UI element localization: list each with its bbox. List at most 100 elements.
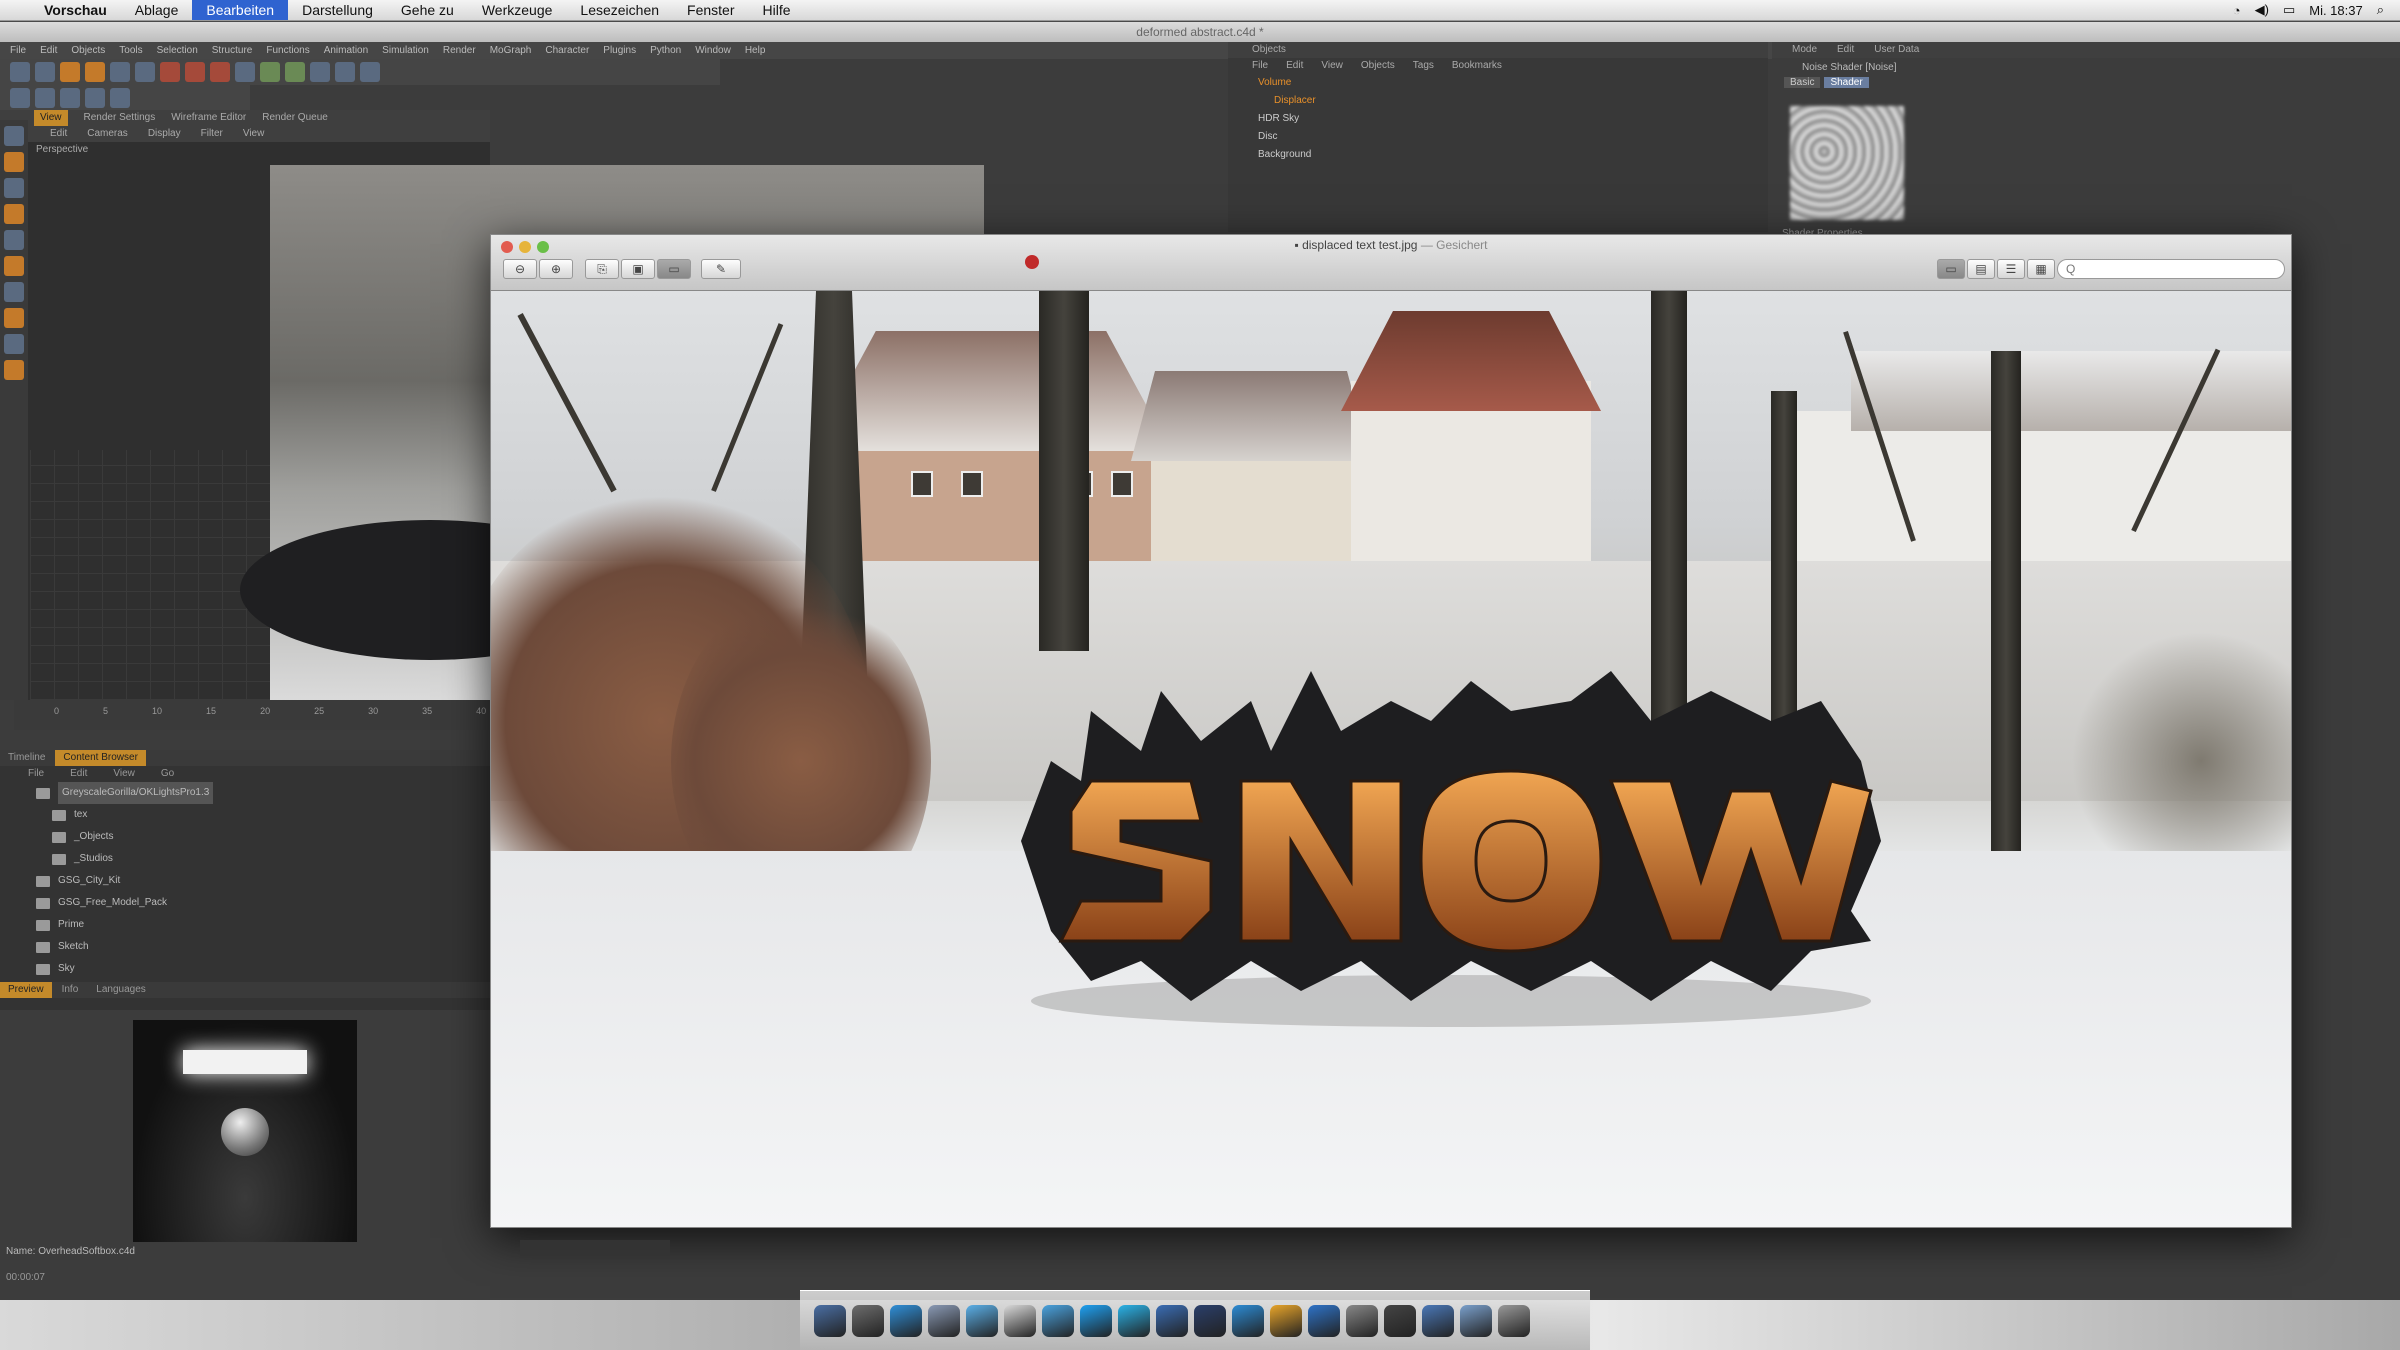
dock-app-icon[interactable] — [928, 1304, 960, 1337]
dock-app-icon[interactable] — [1118, 1304, 1150, 1337]
c4d-menu-item[interactable]: Edit — [40, 42, 57, 59]
browser-item[interactable]: _Objects — [0, 826, 490, 848]
camera-icon[interactable] — [335, 62, 355, 82]
sidebar-toggle-button[interactable]: ▭ — [657, 259, 691, 279]
c4d-menu-item[interactable]: Animation — [324, 42, 368, 59]
browser-item[interactable]: GSG_Free_Model_Pack — [0, 892, 490, 914]
object-row[interactable]: HDR Sky — [1228, 110, 1768, 128]
c4d-menu-item[interactable]: Python — [650, 42, 681, 59]
dock-app-icon[interactable] — [1498, 1304, 1530, 1337]
dock-app-icon[interactable] — [1156, 1304, 1188, 1337]
viewport-menu-item[interactable]: Display — [148, 126, 181, 142]
menu-item-bearbeiten[interactable]: Bearbeiten — [192, 0, 289, 20]
tool-icon[interactable] — [4, 204, 24, 224]
c4d-menu-item[interactable]: Selection — [157, 42, 198, 59]
objects-menu-item[interactable]: Tags — [1413, 58, 1434, 74]
c4d-menu-item[interactable]: Structure — [212, 42, 253, 59]
share-button[interactable]: ⎘ — [585, 259, 619, 279]
viewport-tab[interactable]: Wireframe Editor — [171, 110, 246, 126]
view-thumbs-button[interactable]: ▤ — [1967, 259, 1995, 279]
wifi-icon[interactable]: ◔ — [2233, 3, 2241, 18]
viewport-menu-item[interactable]: Cameras — [87, 126, 128, 142]
zoom-in-button[interactable]: ⊕ — [539, 259, 573, 279]
menubar-clock[interactable]: Mi. 18:37 — [2309, 3, 2362, 18]
view-list-button[interactable]: ☰ — [1997, 259, 2025, 279]
tool-icon[interactable] — [4, 178, 24, 198]
dock-app-icon[interactable] — [1308, 1304, 1340, 1337]
array-icon[interactable] — [285, 62, 305, 82]
browser-item[interactable]: Sky — [0, 958, 490, 980]
c4d-menu-item[interactable]: Objects — [71, 42, 105, 59]
browser-menu-item[interactable]: View — [105, 766, 143, 782]
dock-app-icon[interactable] — [1042, 1304, 1074, 1337]
undo-icon[interactable] — [10, 62, 30, 82]
dock-app-icon[interactable] — [890, 1304, 922, 1337]
object-row[interactable]: Volume — [1228, 74, 1768, 92]
move-icon[interactable] — [85, 62, 105, 82]
render-settings-icon[interactable] — [210, 62, 230, 82]
object-row[interactable]: Disc — [1228, 128, 1768, 146]
menu-item-gehe-zu[interactable]: Gehe zu — [387, 2, 468, 18]
search-input[interactable]: Q — [2057, 259, 2285, 279]
tab-timeline[interactable]: Timeline — [0, 750, 53, 766]
dock-app-icon[interactable] — [1346, 1304, 1378, 1337]
volume-icon[interactable]: ◀) — [2255, 2, 2269, 18]
dock-app-icon[interactable] — [1232, 1304, 1264, 1337]
light-icon[interactable] — [360, 62, 380, 82]
menu-item-ablage[interactable]: Ablage — [121, 2, 193, 18]
texture-mode-icon[interactable] — [110, 88, 130, 108]
render-picture-viewer-icon[interactable] — [185, 62, 205, 82]
attributes-menu-item[interactable]: User Data — [1874, 42, 1919, 58]
viewport-menu-item[interactable]: Filter — [201, 126, 223, 142]
points-mode-icon[interactable] — [10, 88, 30, 108]
fit-button[interactable]: ▣ — [621, 259, 655, 279]
dock-app-icon[interactable] — [852, 1304, 884, 1337]
model-mode-icon[interactable] — [85, 88, 105, 108]
dock-app-icon[interactable] — [814, 1304, 846, 1337]
timeline-ruler[interactable]: 0 5 10 15 20 25 30 35 40 — [14, 700, 494, 730]
battery-icon[interactable]: ▭ — [2283, 2, 2295, 18]
rotate-icon[interactable] — [135, 62, 155, 82]
menu-item-lesezeichen[interactable]: Lesezeichen — [566, 2, 673, 18]
browser-menu-item[interactable]: Edit — [62, 766, 95, 782]
tab-info[interactable]: Info — [54, 982, 87, 998]
browser-item[interactable]: GreyscaleGorilla/OKLightsPro1.3 — [0, 782, 490, 804]
deformer-icon[interactable] — [310, 62, 330, 82]
browser-item[interactable]: GSG_City_Kit — [0, 870, 490, 892]
live-select-icon[interactable] — [60, 62, 80, 82]
menu-item-fenster[interactable]: Fenster — [673, 2, 748, 18]
cube-icon[interactable] — [235, 62, 255, 82]
tool-icon[interactable] — [4, 126, 24, 146]
tab-shader[interactable]: Shader — [1824, 77, 1869, 88]
c4d-menu-item[interactable]: Functions — [266, 42, 309, 59]
zoom-out-button[interactable]: ⊖ — [503, 259, 537, 279]
edges-mode-icon[interactable] — [35, 88, 55, 108]
browser-menu-item[interactable]: File — [20, 766, 52, 782]
menu-item-darstellung[interactable]: Darstellung — [288, 2, 387, 18]
dock-app-icon[interactable] — [1384, 1304, 1416, 1337]
spotlight-icon[interactable]: ⌕ — [2377, 2, 2384, 18]
c4d-menu-item[interactable]: Window — [695, 42, 731, 59]
c4d-menu-item[interactable]: File — [10, 42, 26, 59]
browser-item[interactable]: tex — [0, 804, 490, 826]
dock-app-icon[interactable] — [1080, 1304, 1112, 1337]
dock-app-icon[interactable] — [1422, 1304, 1454, 1337]
c4d-menu-item[interactable]: Character — [545, 42, 589, 59]
browser-menu-item[interactable]: Go — [153, 766, 182, 782]
dock-app-icon[interactable] — [1194, 1304, 1226, 1337]
viewport-tab[interactable]: Render Queue — [262, 110, 328, 126]
object-row[interactable]: Background — [1228, 146, 1768, 164]
c4d-menu-item[interactable]: Tools — [119, 42, 142, 59]
tab-content-browser[interactable]: Content Browser — [55, 750, 146, 766]
view-single-button[interactable]: ▭ — [1937, 259, 1965, 279]
view-grid-button[interactable]: ▦ — [2027, 259, 2055, 279]
viewport-tab[interactable]: View — [34, 110, 68, 126]
browser-item[interactable]: Prime — [0, 914, 490, 936]
tool-icon[interactable] — [4, 308, 24, 328]
viewport-tab[interactable]: Render Settings — [84, 110, 156, 126]
render-view-icon[interactable] — [160, 62, 180, 82]
dock-app-icon[interactable] — [966, 1304, 998, 1337]
dock-app-icon[interactable] — [1004, 1304, 1036, 1337]
c4d-menu-item[interactable]: MoGraph — [490, 42, 532, 59]
tool-icon[interactable] — [4, 282, 24, 302]
